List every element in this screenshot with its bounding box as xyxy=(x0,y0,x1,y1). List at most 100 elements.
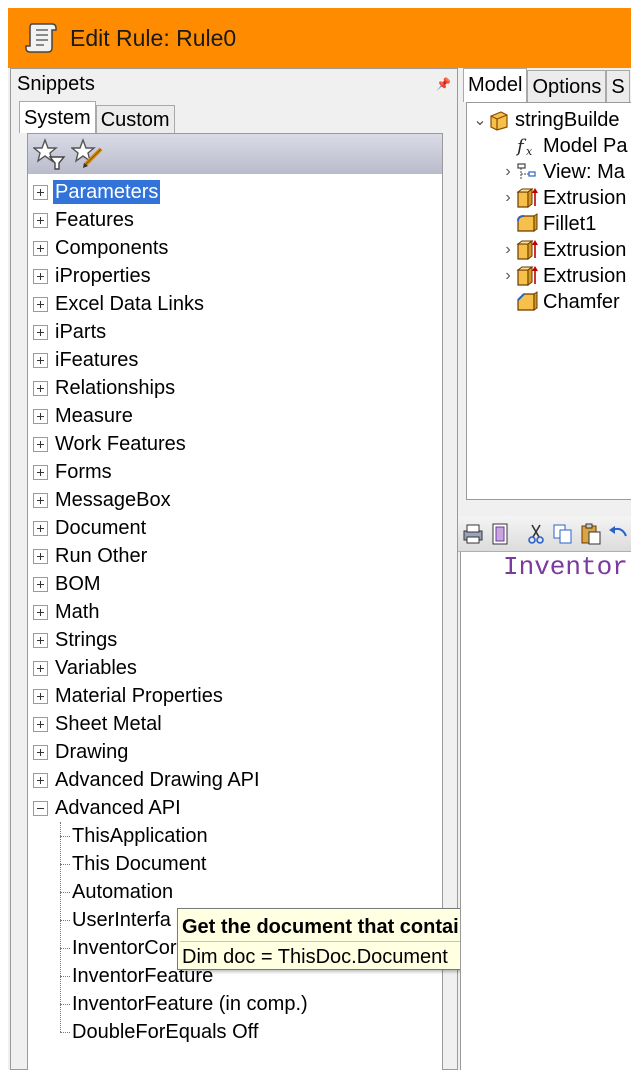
tree-category-bom[interactable]: BOM xyxy=(28,570,442,598)
expand-icon[interactable] xyxy=(33,464,48,480)
tree-category-messagebox[interactable]: MessageBox xyxy=(28,486,442,514)
print-icon[interactable] xyxy=(460,519,486,549)
tab-options[interactable]: Options xyxy=(527,70,607,102)
expand-icon[interactable] xyxy=(33,492,48,508)
chevron-icon[interactable]: ⌄ xyxy=(473,110,487,130)
code-editor[interactable]: Inventor xyxy=(460,552,631,1070)
tree-category-ifeatures[interactable]: iFeatures xyxy=(28,346,442,374)
pin-icon[interactable]: 📌 xyxy=(436,77,451,91)
expand-icon[interactable] xyxy=(33,604,48,620)
filter-star-icon[interactable] xyxy=(32,136,68,172)
expand-icon[interactable] xyxy=(33,324,48,340)
snippet-item-inventorfeature-in-comp[interactable]: InventorFeature (in comp.) xyxy=(28,990,442,1018)
expand-icon[interactable] xyxy=(33,632,48,648)
expand-icon[interactable] xyxy=(33,268,48,284)
tab-custom[interactable]: Custom xyxy=(95,105,175,133)
snippet-item-this-document[interactable]: This Document xyxy=(28,850,442,878)
code-line: Inventor xyxy=(503,552,628,582)
expand-icon[interactable] xyxy=(33,772,48,788)
chevron-icon[interactable]: › xyxy=(501,267,515,285)
expand-icon[interactable] xyxy=(33,548,48,564)
tree-category-forms[interactable]: Forms xyxy=(28,458,442,486)
tree-category-iproperties[interactable]: iProperties xyxy=(28,262,442,290)
tree-category-advanced-api[interactable]: Advanced API xyxy=(28,794,442,822)
model-tree-item-stringbuilde[interactable]: ⌄ stringBuilde xyxy=(473,107,620,133)
window-top-edge xyxy=(0,0,631,8)
expand-icon[interactable] xyxy=(33,184,48,200)
expand-icon[interactable] xyxy=(33,296,48,312)
tree-category-relationships[interactable]: Relationships xyxy=(28,374,442,402)
snippets-toolbar xyxy=(28,134,442,174)
title-bar[interactable]: Edit Rule: Rule0 xyxy=(8,8,631,68)
model-tree-item-chamfer[interactable]: Chamfer xyxy=(501,289,620,315)
expand-icon[interactable] xyxy=(33,744,48,760)
expand-icon[interactable] xyxy=(33,212,48,228)
tree-category-sheet-metal[interactable]: Sheet Metal xyxy=(28,710,442,738)
tree-category-iparts[interactable]: iParts xyxy=(28,318,442,346)
expand-icon[interactable] xyxy=(33,408,48,424)
tree-category-document[interactable]: Document xyxy=(28,514,442,542)
print-preview-icon[interactable] xyxy=(488,519,514,549)
tree-category-label: Features xyxy=(55,209,134,231)
model-tree-item-fillet1[interactable]: Fillet1 xyxy=(501,211,596,237)
tab-system[interactable]: System xyxy=(19,101,96,133)
undo-icon[interactable] xyxy=(606,519,631,549)
expand-icon[interactable] xyxy=(33,436,48,452)
model-tree-item-view-ma[interactable]: › View: Ma xyxy=(501,159,625,185)
snippet-item-automation[interactable]: Automation xyxy=(28,878,442,906)
tree-category-parameters[interactable]: Parameters xyxy=(28,178,442,206)
tree-branch xyxy=(60,920,70,921)
tree-category-label: Drawing xyxy=(55,741,129,763)
tree-category-label: Run Other xyxy=(55,545,148,567)
snippet-item-label: ThisApplication xyxy=(72,824,208,847)
chevron-icon[interactable]: › xyxy=(501,241,515,259)
model-tree-item-model-pa[interactable]: f x Model Pa xyxy=(501,133,628,159)
tree-category-features[interactable]: Features xyxy=(28,206,442,234)
chevron-icon[interactable]: › xyxy=(501,189,515,207)
copy-icon[interactable] xyxy=(551,519,577,549)
expand-icon[interactable] xyxy=(33,240,48,256)
view-icon xyxy=(515,160,539,184)
tree-branch xyxy=(60,976,70,977)
extrusion-icon xyxy=(515,186,539,210)
snippet-item-label: InventorCor xyxy=(72,936,177,959)
tree-category-variables[interactable]: Variables xyxy=(28,654,442,682)
expand-icon[interactable] xyxy=(33,576,48,592)
model-tree-label: Chamfer xyxy=(543,290,620,313)
model-tree-item-extrusion[interactable]: › Extrusion xyxy=(501,263,626,289)
model-tree-item-extrusion[interactable]: › Extrusion xyxy=(501,237,626,263)
expand-icon[interactable] xyxy=(33,352,48,368)
snippet-item-label: Automation xyxy=(72,880,174,903)
tree-category-advanced-drawing-api[interactable]: Advanced Drawing API xyxy=(28,766,442,794)
collapse-icon[interactable] xyxy=(33,800,48,816)
tree-category-work-features[interactable]: Work Features xyxy=(28,430,442,458)
chevron-icon[interactable]: › xyxy=(501,163,515,181)
model-tree-label: Model Pa xyxy=(543,134,628,157)
tree-category-label: Excel Data Links xyxy=(55,293,204,315)
snippet-item-thisapplication[interactable]: ThisApplication xyxy=(28,822,442,850)
expand-icon[interactable] xyxy=(33,660,48,676)
tree-category-run-other[interactable]: Run Other xyxy=(28,542,442,570)
expand-icon[interactable] xyxy=(33,380,48,396)
tree-category-drawing[interactable]: Drawing xyxy=(28,738,442,766)
cut-icon[interactable] xyxy=(523,519,549,549)
tree-category-label: BOM xyxy=(55,573,101,595)
tree-category-measure[interactable]: Measure xyxy=(28,402,442,430)
chamfer-icon xyxy=(515,290,539,314)
tree-category-excel-data-links[interactable]: Excel Data Links xyxy=(28,290,442,318)
tree-category-material-properties[interactable]: Material Properties xyxy=(28,682,442,710)
fx-icon: fx xyxy=(515,134,539,158)
model-tree-item-extrusion[interactable]: › Extrusion xyxy=(501,185,626,211)
expand-icon[interactable] xyxy=(33,520,48,536)
expand-icon[interactable] xyxy=(33,688,48,704)
tree-category-strings[interactable]: Strings xyxy=(28,626,442,654)
tree-category-math[interactable]: Math xyxy=(28,598,442,626)
tab-model[interactable]: Model xyxy=(463,68,528,102)
tree-category-label: Variables xyxy=(55,657,137,679)
tab-s[interactable]: S xyxy=(606,70,630,102)
tree-category-components[interactable]: Components xyxy=(28,234,442,262)
paste-icon[interactable] xyxy=(578,519,604,549)
snippet-item-doubleforequals-off[interactable]: DoubleForEquals Off xyxy=(28,1018,442,1046)
expand-icon[interactable] xyxy=(33,716,48,732)
edit-star-icon[interactable] xyxy=(70,136,106,172)
